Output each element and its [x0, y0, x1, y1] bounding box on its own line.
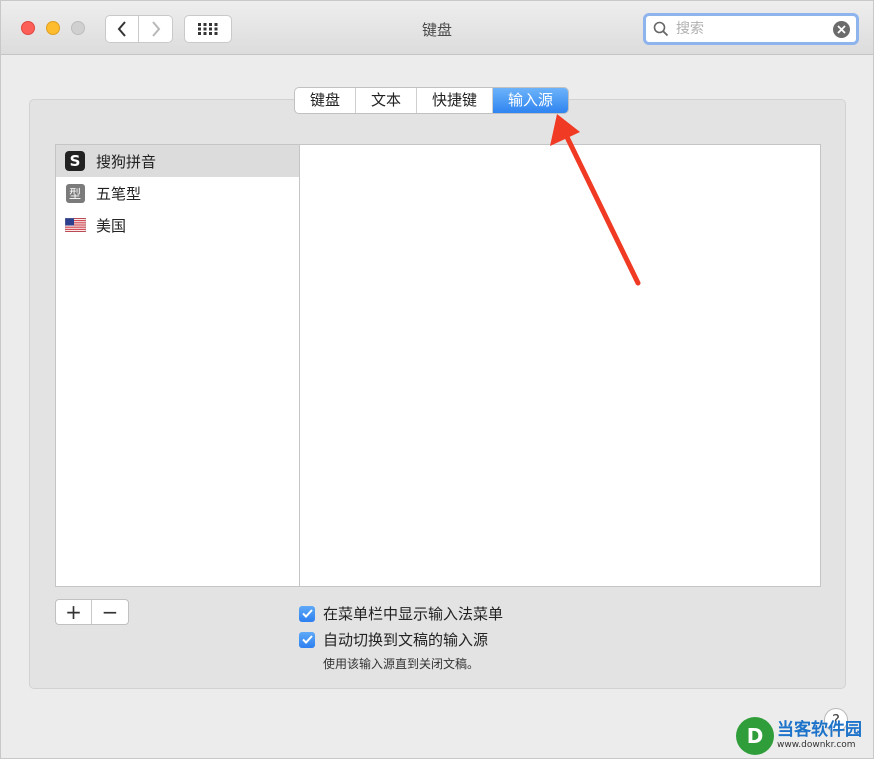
watermark-title: 当客软件园 — [777, 719, 862, 740]
checkbox-checked[interactable] — [299, 631, 315, 648]
add-input-source-button[interactable]: + — [56, 600, 92, 624]
clear-search-button[interactable] — [833, 21, 850, 38]
auto-switch-checkbox[interactable]: 自动切换到文稿的输入源 — [299, 629, 488, 650]
keyboard-preferences-window: 键盘 键盘 文本 快捷键 输入源 S 搜狗拼音 型 — [0, 0, 874, 759]
input-source-label: 美国 — [96, 216, 127, 235]
input-source-label: 搜狗拼音 — [96, 152, 157, 171]
search-field[interactable] — [643, 13, 859, 45]
us-flag-icon — [64, 218, 86, 232]
close-icon — [837, 25, 846, 34]
tab-text[interactable]: 文本 — [356, 88, 418, 113]
add-remove-control: + − — [55, 599, 129, 625]
watermark-text: 当客软件园 www.downkr.com — [777, 719, 862, 751]
auto-switch-label: 自动切换到文稿的输入源 — [323, 631, 489, 649]
us-flag-icon-wrap — [64, 215, 86, 235]
sogou-icon-wrap: S — [64, 151, 86, 171]
downkr-logo-icon: D — [736, 716, 774, 755]
show-menu-checkbox[interactable]: 在菜单栏中显示输入法菜单 — [299, 603, 503, 624]
checkbox-checked[interactable] — [299, 605, 315, 622]
auto-switch-hint: 使用该输入源直到关闭文稿。 — [323, 657, 480, 671]
input-source-detail-pane — [299, 144, 821, 587]
input-source-item-us[interactable]: 美国 — [56, 209, 299, 241]
show-menu-label: 在菜单栏中显示输入法菜单 — [323, 605, 504, 623]
remove-input-source-button[interactable]: − — [92, 600, 128, 624]
search-input[interactable] — [676, 19, 826, 39]
title-bar: 键盘 — [1, 1, 873, 55]
wubi-icon: 型 — [65, 183, 85, 203]
checkmark-icon — [301, 635, 313, 644]
wubi-icon-wrap: 型 — [64, 183, 86, 203]
checkmark-icon — [301, 609, 313, 618]
watermark-url: www.downkr.com — [777, 739, 856, 750]
input-source-label: 五笔型 — [96, 184, 142, 203]
sogou-icon: S — [65, 151, 85, 171]
tab-keyboard[interactable]: 键盘 — [295, 88, 357, 113]
input-source-item-sogou[interactable]: S 搜狗拼音 — [56, 145, 299, 177]
input-source-item-wubi[interactable]: 型 五笔型 — [56, 177, 299, 209]
tab-bar: 键盘 文本 快捷键 输入源 — [294, 87, 570, 114]
tab-shortcuts[interactable]: 快捷键 — [417, 88, 494, 113]
watermark: D 当客软件园 www.downkr.com — [736, 712, 874, 759]
input-source-list[interactable]: S 搜狗拼音 型 五笔型 美国 — [55, 144, 300, 587]
tab-input-sources[interactable]: 输入源 — [493, 88, 569, 113]
search-icon — [653, 21, 669, 37]
